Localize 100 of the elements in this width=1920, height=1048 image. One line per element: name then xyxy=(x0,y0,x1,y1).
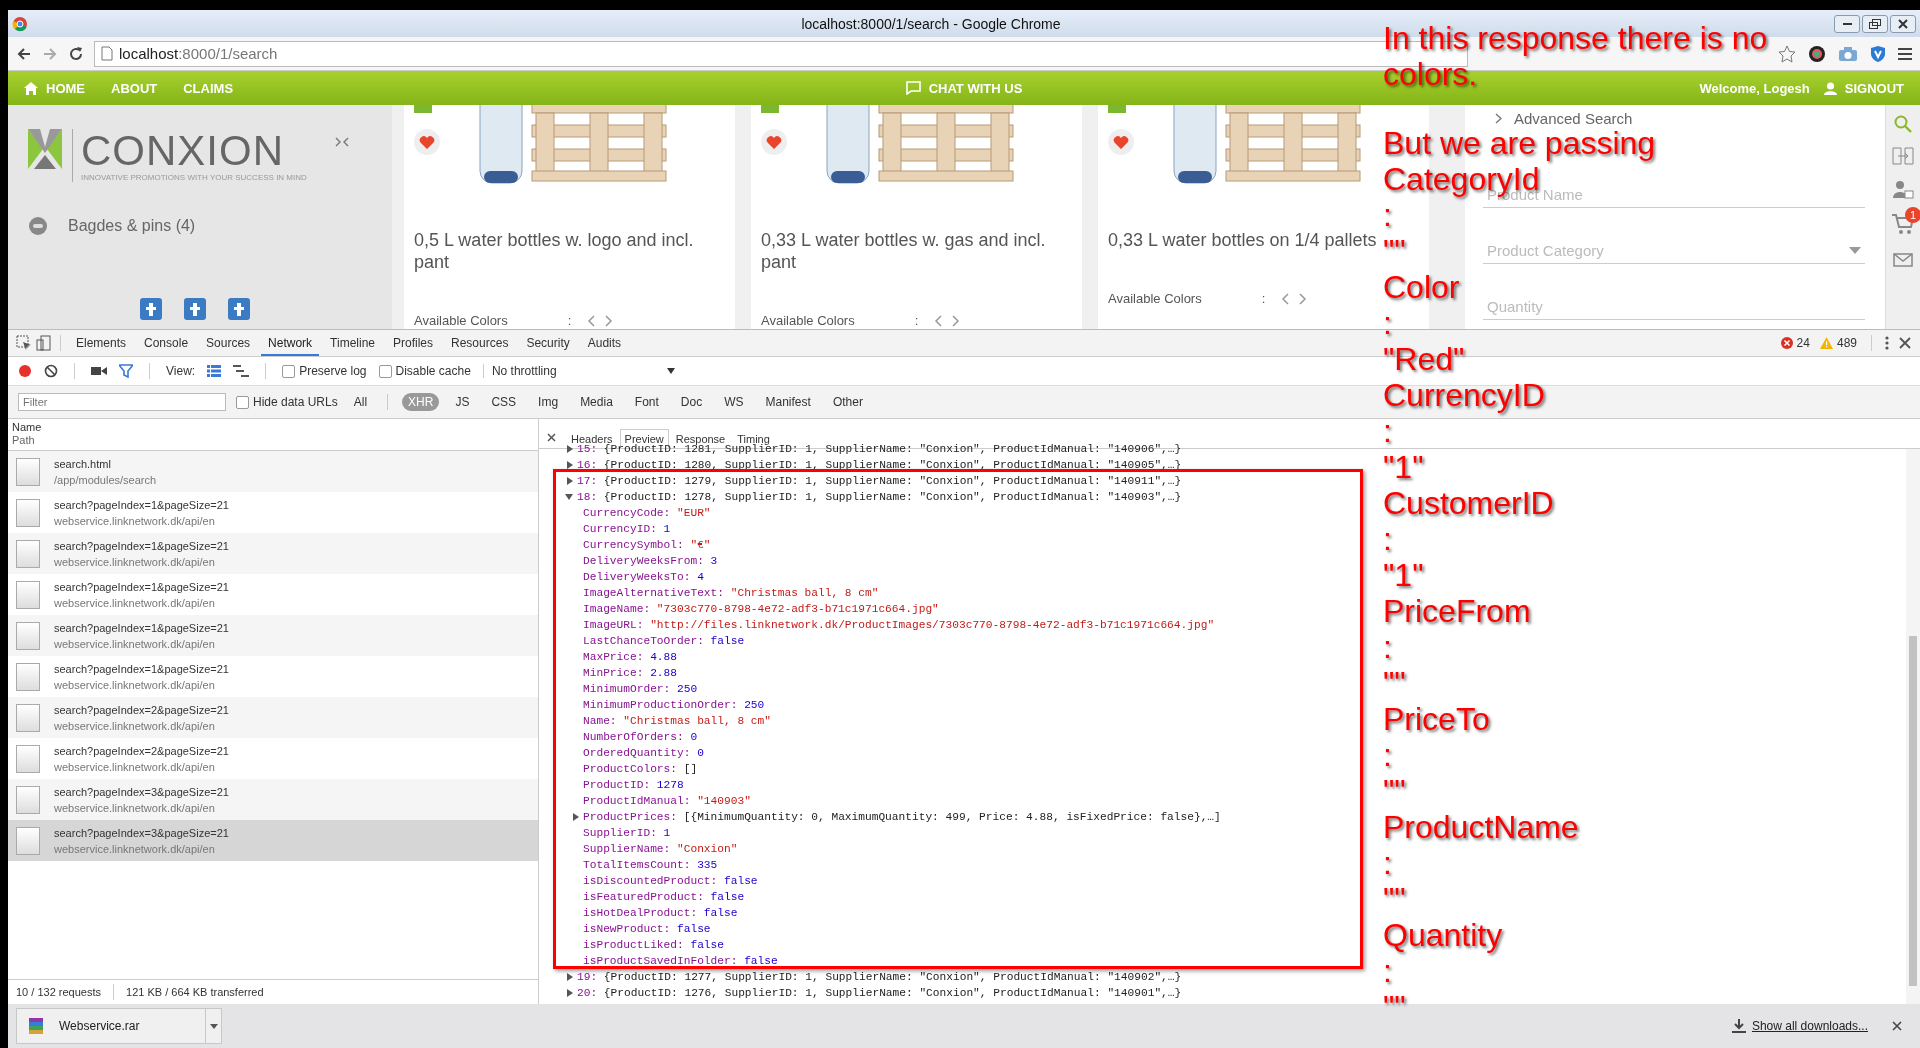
close-button[interactable] xyxy=(1890,14,1916,33)
devtools-tab[interactable]: Elements xyxy=(69,330,134,356)
annotation-text: : xyxy=(1383,524,1392,554)
record-icon[interactable] xyxy=(18,364,32,378)
request-row[interactable]: search?pageIndex=3&pageSize=21 webservice.linknetwork.dk/api/en xyxy=(8,779,538,820)
request-row[interactable]: search?pageIndex=2&pageSize=21 webservice.linknetwork.dk/api/en xyxy=(8,738,538,779)
download-menu-button[interactable] xyxy=(206,1008,222,1044)
checkbox[interactable]: Disable cache xyxy=(378,364,471,378)
devtools-tab[interactable]: Sources xyxy=(199,330,258,356)
waterfall-view-icon[interactable] xyxy=(233,365,250,377)
request-row[interactable]: search?pageIndex=1&pageSize=21 webservice.linknetwork.dk/api/en xyxy=(8,533,538,574)
devtools-tab[interactable]: Network xyxy=(261,330,320,356)
colors-separator: : xyxy=(567,313,572,328)
device-icon[interactable] xyxy=(36,335,52,351)
devtools-tab[interactable]: Audits xyxy=(580,330,629,356)
video-camera-icon[interactable] xyxy=(91,365,107,377)
chevron-right-icon[interactable] xyxy=(1299,292,1308,305)
type-filter[interactable]: JS xyxy=(449,393,476,411)
request-row[interactable]: search.html /app/modules/search xyxy=(8,451,538,492)
annotation-text: "1" xyxy=(1383,560,1424,590)
product-title[interactable]: 0,5 L water bottles w. logo and incl. pant xyxy=(414,229,725,273)
chevron-left-icon[interactable] xyxy=(587,314,596,327)
back-icon[interactable] xyxy=(16,45,32,62)
column-header[interactable]: Path xyxy=(12,434,534,447)
property-value: "Christmas ball, 8 cm" xyxy=(729,586,879,601)
scrollbar[interactable] xyxy=(1906,449,1920,1004)
property-value: 250 xyxy=(676,682,698,697)
close-icon[interactable] xyxy=(1898,336,1912,350)
color-wheel-icon[interactable] xyxy=(1808,44,1826,63)
devtools-tab[interactable]: Timeline xyxy=(323,330,382,356)
product-title[interactable]: 0,33 L water bottles w. gas and incl. pant xyxy=(761,229,1072,273)
shield-icon[interactable] xyxy=(1870,44,1886,63)
clear-icon[interactable] xyxy=(44,364,58,378)
like-button[interactable] xyxy=(761,129,787,155)
chevron-right-icon[interactable] xyxy=(952,314,961,327)
star-icon[interactable] xyxy=(1778,44,1796,63)
request-row[interactable]: search?pageIndex=1&pageSize=21 webservice.linknetwork.dk/api/en xyxy=(8,615,538,656)
caret-icon xyxy=(209,1023,218,1029)
advanced-search-link[interactable]: Advanced Search xyxy=(1514,110,1633,127)
collapse-icon[interactable] xyxy=(334,137,349,147)
user-folder-icon[interactable] xyxy=(1892,179,1914,199)
cart-icon[interactable] xyxy=(1891,213,1915,235)
request-row[interactable]: search?pageIndex=1&pageSize=21 webservice.linknetwork.dk/api/en xyxy=(8,656,538,697)
close-icon[interactable] xyxy=(1892,1021,1902,1031)
menu-icon[interactable] xyxy=(1898,46,1912,61)
like-button[interactable] xyxy=(1108,129,1134,155)
like-button[interactable] xyxy=(414,129,440,155)
close-icon[interactable] xyxy=(547,433,556,442)
request-path: webservice.linknetwork.dk/api/en xyxy=(54,555,216,568)
scrollbar-thumb[interactable] xyxy=(1909,636,1917,986)
type-filter[interactable]: Img xyxy=(532,393,565,411)
request-row[interactable]: search?pageIndex=1&pageSize=21 webservice.linknetwork.dk/api/en xyxy=(8,574,538,615)
filter-icon[interactable] xyxy=(119,364,133,378)
product-title[interactable]: 0,33 L water bottles on 1/4 pallets xyxy=(1108,229,1377,251)
request-row[interactable]: search?pageIndex=2&pageSize=21 webservice.linknetwork.dk/api/en xyxy=(8,697,538,738)
type-filter[interactable]: WS xyxy=(718,393,750,411)
chevron-left-icon[interactable] xyxy=(934,314,943,327)
request-row[interactable]: search?pageIndex=1&pageSize=21 webservice.linknetwork.dk/api/en xyxy=(8,492,538,533)
checkbox[interactable]: Hide data URLs xyxy=(236,395,338,409)
chevron-right-icon[interactable] xyxy=(1495,113,1502,124)
devtools-tab[interactable]: Profiles xyxy=(386,330,441,356)
type-filter[interactable]: Other xyxy=(826,393,869,411)
show-all-downloads-link[interactable]: Show all downloads... xyxy=(1751,1019,1868,1033)
annotation-text: "" xyxy=(1383,992,1406,1022)
checkbox[interactable]: Preserve log xyxy=(282,364,367,378)
list-view-icon[interactable] xyxy=(207,365,222,377)
devtools-tab[interactable]: Security xyxy=(519,330,577,356)
reload-icon[interactable] xyxy=(68,45,84,62)
collapsed-arrow-icon[interactable] xyxy=(573,813,579,821)
request-row[interactable]: search?pageIndex=3&pageSize=21 webservice.linknetwork.dk/api/en xyxy=(8,820,538,861)
collapsed-arrow-icon[interactable] xyxy=(567,989,573,997)
filter-field[interactable]: Filter xyxy=(18,393,226,411)
chevron-left-icon[interactable] xyxy=(1281,292,1290,305)
restore-button[interactable] xyxy=(1862,14,1888,33)
mail-icon[interactable] xyxy=(1893,253,1913,267)
category-link[interactable]: Bagdes & pins (4) xyxy=(68,217,196,235)
devtools-tab[interactable]: Console xyxy=(137,330,196,356)
collapsed-arrow-icon[interactable] xyxy=(567,973,573,981)
camera-icon[interactable] xyxy=(1838,45,1858,62)
type-filter[interactable]: CSS xyxy=(485,393,523,411)
collapsed-arrow-icon[interactable] xyxy=(567,477,573,485)
request-path: webservice.linknetwork.dk/api/en xyxy=(54,760,216,773)
expanded-arrow-icon[interactable] xyxy=(565,494,573,500)
collapsed-arrow-icon[interactable] xyxy=(567,461,573,469)
throttling-dropdown[interactable]: No throttling xyxy=(482,364,675,378)
type-filter[interactable]: All xyxy=(347,393,374,411)
type-filter[interactable]: Doc xyxy=(674,393,709,411)
type-filter[interactable]: Media xyxy=(574,393,619,411)
collapsed-arrow-icon[interactable] xyxy=(567,445,573,453)
input-field[interactable]: Quantity xyxy=(1483,294,1865,320)
property-key: NumberOfOrders: xyxy=(583,729,684,745)
devtools-tab[interactable]: Resources xyxy=(444,330,516,356)
chevron-right-icon[interactable] xyxy=(605,314,614,327)
type-filter[interactable]: Manifest xyxy=(759,393,817,411)
type-filter[interactable]: Font xyxy=(628,393,665,411)
download-item[interactable]: Webservice.rar xyxy=(16,1008,206,1044)
inspect-icon[interactable] xyxy=(16,335,32,351)
compare-icon[interactable] xyxy=(1892,147,1914,165)
column-header[interactable]: Name xyxy=(12,421,534,434)
minimize-button[interactable] xyxy=(1834,14,1860,33)
